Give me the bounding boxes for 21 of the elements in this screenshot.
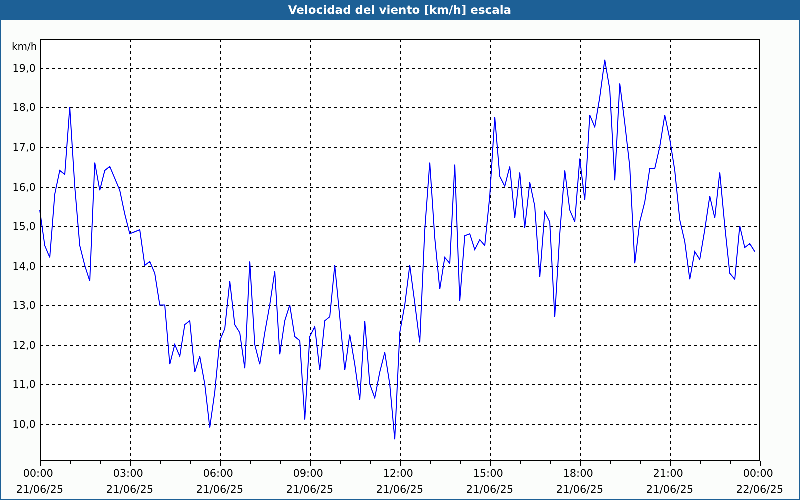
- x-tick-label: 00:00 22/06/25: [736, 468, 784, 496]
- x-tick-label: 03:00 21/06/25: [106, 468, 154, 496]
- x-tick-label: 12:00 21/06/25: [376, 468, 424, 496]
- y-tick-label: 13,0: [12, 300, 36, 312]
- y-tick-label: 17,0: [12, 142, 36, 154]
- y-tick-label: 16,0: [12, 182, 36, 194]
- x-tick-label: 06:00 21/06/25: [196, 468, 244, 496]
- window-title: Velocidad del viento [km/h] escala: [288, 3, 512, 17]
- y-tick-label: 19,0: [12, 63, 36, 75]
- y-tick-label: 15,0: [12, 221, 36, 233]
- y-tick-label: 10,0: [12, 419, 36, 431]
- y-tick-label: 18,0: [12, 102, 36, 114]
- x-tick-label: 21:00 21/06/25: [646, 468, 694, 496]
- x-tick-label: 00:00 21/06/25: [16, 468, 64, 496]
- x-tick-label: 09:00 21/06/25: [286, 468, 334, 496]
- x-tick-label: 15:00 21/06/25: [466, 468, 514, 496]
- y-tick-label: 14,0: [12, 261, 36, 273]
- x-tick-label: 18:00 21/06/25: [556, 468, 604, 496]
- y-tick-label: 11,0: [12, 379, 36, 391]
- axis-unit-label: km/h: [12, 42, 38, 53]
- y-tick-label: 12,0: [12, 340, 36, 352]
